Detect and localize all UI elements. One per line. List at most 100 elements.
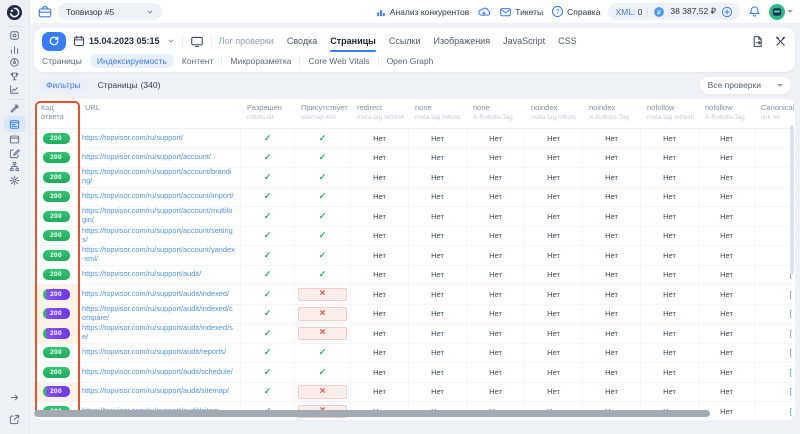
status-code-badge[interactable]: 200 — [43, 308, 70, 319]
cell-robots: ✓ — [240, 129, 294, 148]
chevron-down-icon[interactable] — [167, 37, 175, 45]
tab-css[interactable]: CSS — [558, 30, 577, 52]
tickets-button[interactable]: Тикеты — [499, 6, 543, 18]
cell-canonical: [ — [754, 207, 795, 226]
subtab-индексируемость[interactable]: Индексируемость — [90, 54, 174, 68]
bell-icon[interactable] — [748, 5, 761, 18]
sidebar-collapse-button[interactable] — [4, 391, 26, 405]
url-link[interactable]: https://topvisor.com/ru/support/account/… — [82, 227, 235, 245]
sidebar-item-keywords[interactable] — [4, 56, 26, 70]
status-code-badge[interactable]: 200 — [43, 250, 70, 261]
plus-circle-icon[interactable] — [721, 6, 733, 18]
sidebar-item-top[interactable] — [4, 70, 26, 84]
url-link[interactable]: https://topvisor.com/ru/support/audit/in… — [82, 305, 235, 323]
balance-value[interactable]: 38 387,52 ₽ — [670, 6, 716, 17]
sidebar-item-projects[interactable] — [4, 29, 26, 43]
tab-лог-проверки[interactable]: Лог проверки — [219, 30, 274, 52]
filters-button[interactable]: Фильтры — [38, 78, 89, 93]
url-link[interactable]: https://topvisor.com/ru/support/account/ — [82, 153, 211, 162]
sidebar-item-structure[interactable] — [4, 160, 26, 174]
column-header-9[interactable]: noindexX-Robots-Tag — [582, 99, 640, 128]
monitor-icon[interactable] — [190, 35, 204, 48]
column-header-2[interactable]: URL — [78, 99, 240, 128]
tab-javascript[interactable]: JavaScript — [503, 30, 545, 52]
status-code-badge[interactable]: 200 — [43, 152, 70, 163]
subtab-divider — [299, 56, 300, 65]
line-chart-icon — [9, 84, 20, 95]
cloud-upload-icon[interactable] — [477, 5, 491, 18]
column-header-1[interactable]: Код ответа — [34, 99, 78, 128]
column-header-4[interactable]: Присутствуетsitemap.xml — [294, 99, 350, 128]
cell-canonical: [ — [754, 168, 795, 187]
subtab-core-web-vitals[interactable]: Core Web Vitals — [308, 56, 369, 66]
checks-dropdown[interactable]: Все проверки — [700, 77, 791, 94]
status-code-badge[interactable]: 200 — [43, 133, 70, 144]
sidebar-item-settings[interactable] — [4, 174, 26, 188]
tab-страницы[interactable]: Страницы — [330, 30, 376, 52]
sidebar-item-snippets[interactable] — [4, 133, 26, 147]
column-header-8[interactable]: noindexmeta tag robots — [524, 99, 582, 128]
status-code-badge[interactable]: 200 — [43, 347, 70, 358]
status-code-badge[interactable]: 200 — [43, 230, 70, 241]
cell-value-1: Нет — [350, 324, 408, 343]
status-code-badge[interactable]: 200 — [43, 191, 70, 202]
recheck-button[interactable] — [42, 32, 66, 51]
topvisor-logo-icon[interactable] — [6, 4, 23, 21]
cell-value-4: Нет — [524, 344, 582, 363]
column-header-11[interactable]: nofollowX-Robots-Tag — [698, 99, 754, 128]
column-header-10[interactable]: nofollowmeta tag refresh — [640, 99, 698, 128]
tab-сводка[interactable]: Сводка — [287, 30, 317, 52]
status-code-badge[interactable]: 200 — [43, 367, 70, 378]
status-code-badge[interactable]: 200 — [43, 269, 70, 280]
competitors-analysis-button[interactable]: Анализ конкурентов — [375, 6, 469, 18]
table-row: 200 https://topvisor.com/ru/support/audit… — [34, 266, 795, 286]
subtab-страницы[interactable]: Страницы — [42, 56, 82, 66]
vertical-scrollbar[interactable] — [790, 125, 794, 275]
horizontal-scrollbar[interactable] — [34, 410, 710, 417]
subtab-open-graph[interactable]: Open Graph — [387, 56, 434, 66]
url-link[interactable]: https://topvisor.com/ru/support/account/… — [82, 192, 234, 201]
project-selector[interactable]: Топвизор #5 — [58, 3, 162, 20]
url-link[interactable]: https://topvisor.com/ru/support/audit/re… — [82, 348, 226, 357]
cell-value-4: Нет — [524, 227, 582, 246]
sidebar-item-notes[interactable] — [4, 147, 26, 161]
sidebar-item-summary[interactable] — [4, 83, 26, 97]
sidebar-item-audit[interactable] — [4, 116, 26, 132]
url-link[interactable]: https://topvisor.com/ru/support/account/… — [82, 207, 235, 225]
sidebar-external-link[interactable] — [4, 413, 26, 427]
tab-ссылки[interactable]: Ссылки — [389, 30, 421, 52]
cell-value-5: Нет — [582, 149, 640, 168]
column-header-6[interactable]: nonemeta tag robots — [408, 99, 466, 128]
status-code-badge[interactable]: 200 — [43, 172, 70, 183]
status-code-badge[interactable]: 200 — [43, 328, 70, 339]
sidebar-item-positions[interactable] — [4, 43, 26, 57]
status-code-badge[interactable]: 200 — [43, 211, 70, 222]
url-link[interactable]: https://topvisor.com/ru/support/audit/sc… — [82, 368, 233, 377]
url-link[interactable]: https://topvisor.com/ru/support/account/… — [82, 168, 235, 186]
xml-limits[interactable]: XML: 0 — [615, 7, 642, 17]
subtab-микроразметка[interactable]: Микроразметка — [230, 56, 291, 66]
tab-изображения[interactable]: Изображения — [434, 30, 491, 52]
export-report-icon[interactable] — [751, 35, 764, 48]
help-button[interactable]: ? Справка — [551, 5, 600, 18]
column-header-12[interactable]: Canonicallink rel — [754, 99, 795, 128]
cell-value-3: Нет — [466, 149, 524, 168]
url-link[interactable]: https://topvisor.com/ru/support/ — [82, 134, 183, 143]
cell-value-5: Нет — [582, 246, 640, 265]
url-link[interactable]: https://topvisor.com/ru/support/audit/ — [82, 270, 201, 279]
subtab-контент[interactable]: Контент — [182, 56, 214, 66]
tools-icon[interactable] — [774, 35, 787, 48]
url-link[interactable]: https://topvisor.com/ru/support/audit/in… — [82, 290, 229, 299]
url-link[interactable]: https://topvisor.com/ru/support/audit/in… — [82, 324, 235, 342]
url-link[interactable]: https://topvisor.com/ru/support/account/… — [82, 246, 235, 264]
url-link[interactable]: https://topvisor.com/ru/support/audit/si… — [82, 387, 229, 396]
status-code-badge[interactable]: 200 — [43, 386, 70, 397]
sidebar-item-bids[interactable] — [4, 102, 26, 116]
column-header-5[interactable]: redirectmeta tag refresh — [350, 99, 408, 128]
status-code-badge[interactable]: 200 — [43, 289, 70, 300]
column-header-7[interactable]: noneX-Robots-Tag — [466, 99, 524, 128]
check-date-selector[interactable]: 15.04.2023 05:15 — [73, 35, 160, 47]
cell-value-1: Нет — [350, 149, 408, 168]
column-header-3[interactable]: Разрешенrobots.txt — [240, 99, 294, 128]
user-menu[interactable] — [769, 4, 793, 20]
